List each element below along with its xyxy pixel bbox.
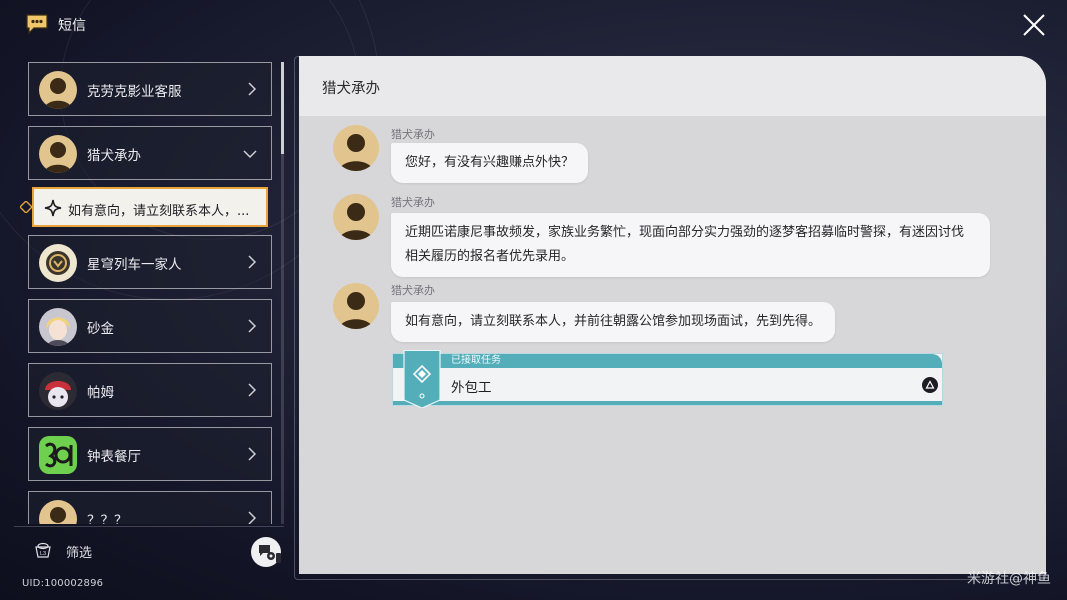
filter-key: L3 bbox=[40, 551, 46, 557]
chevron-right-icon bbox=[248, 383, 257, 397]
chevron-right-icon bbox=[248, 511, 257, 524]
chevron-right-icon bbox=[248, 319, 257, 333]
contact-item-clock-restaurant[interactable]: 钟表餐厅 bbox=[28, 427, 272, 481]
chevron-right-icon bbox=[248, 447, 257, 461]
contact-item-express[interactable]: 星穹列车一家人 bbox=[28, 235, 272, 289]
contact-item-pompom[interactable]: 帕姆 bbox=[28, 363, 272, 417]
contact-item-unknown[interactable]: ？？？ bbox=[28, 491, 272, 524]
thread-item-selected[interactable]: 如有意向，请立刻联系本人，... bbox=[32, 187, 268, 227]
contact-list[interactable]: 克劳克影业客服 猎犬承办 如有意向，请立刻联系本人，... 星穹列车一家人 砂金 bbox=[28, 62, 272, 524]
silhouette-avatar bbox=[39, 500, 77, 524]
chevron-right-icon bbox=[248, 82, 257, 96]
chevron-right-icon bbox=[248, 255, 257, 269]
contact-name: 猎犬承办 bbox=[87, 148, 141, 164]
chat-header: 猎犬承办 bbox=[299, 56, 1046, 116]
contact-name: 克劳克影业客服 bbox=[87, 84, 182, 100]
selected-marker-icon bbox=[20, 201, 32, 213]
mission-status: 已接取任务 bbox=[451, 355, 501, 366]
message-settings-icon bbox=[259, 545, 281, 563]
contact-item-hound[interactable]: 猎犬承办 bbox=[28, 126, 272, 180]
chat-panel: 猎犬承办 猎犬承办 您好，有没有兴趣赚点外快？ 猎犬承办 近期匹诺康尼事故频发，… bbox=[299, 56, 1046, 574]
divider bbox=[14, 526, 284, 527]
silhouette-avatar bbox=[39, 71, 77, 109]
scrollbar-thumb[interactable] bbox=[281, 62, 284, 154]
message-sender: 猎犬承办 bbox=[391, 284, 435, 297]
contact-name: 钟表餐厅 bbox=[87, 449, 141, 465]
app-title: 短信 bbox=[58, 18, 86, 34]
contact-name: 星穹列车一家人 bbox=[87, 257, 182, 273]
blond-character-avatar bbox=[39, 308, 77, 346]
contact-item-kelaoke[interactable]: 克劳克影业客服 bbox=[28, 62, 272, 116]
close-icon[interactable] bbox=[1021, 12, 1047, 38]
message-bubble-icon bbox=[26, 14, 48, 35]
uid-label: UID:100002896 bbox=[22, 578, 104, 589]
mission-name: 外包工 bbox=[451, 380, 492, 396]
contact-name: 砂金 bbox=[87, 321, 114, 337]
sender-avatar bbox=[333, 283, 379, 329]
triangle-icon bbox=[925, 380, 935, 389]
mission-card[interactable]: 已接取任务 外包工 bbox=[392, 350, 943, 408]
settings-button[interactable] bbox=[251, 537, 281, 567]
triangle-button[interactable] bbox=[922, 377, 938, 393]
contact-name: 帕姆 bbox=[87, 385, 114, 401]
sender-avatar bbox=[333, 125, 379, 171]
message-sender: 猎犬承办 bbox=[391, 128, 435, 141]
sender-avatar bbox=[333, 194, 379, 240]
l3-stick-icon[interactable]: L3 bbox=[33, 541, 53, 559]
mission-badge-icon bbox=[403, 350, 441, 408]
top-bar: 短信 bbox=[0, 0, 1067, 50]
pom-pom-avatar bbox=[39, 372, 77, 410]
contact-name: ？？？ bbox=[87, 513, 128, 524]
silhouette-avatar bbox=[39, 135, 77, 173]
message-bubble: 如有意向，请立刻联系本人，并前往朝露公馆参加现场面试，先到先得。 bbox=[391, 302, 836, 342]
clock-restaurant-avatar bbox=[39, 436, 77, 474]
chat-title: 猎犬承办 bbox=[322, 81, 380, 97]
watermark: 米游社@神鱼 bbox=[967, 571, 1051, 587]
message-sender: 猎犬承办 bbox=[391, 196, 435, 209]
sparkle-icon bbox=[44, 199, 62, 217]
train-emblem-avatar bbox=[39, 244, 77, 282]
chevron-down-icon bbox=[243, 150, 257, 159]
mission-footer-bar bbox=[393, 401, 942, 405]
thread-preview: 如有意向，请立刻联系本人，... bbox=[68, 204, 250, 219]
contact-item-aventurine[interactable]: 砂金 bbox=[28, 299, 272, 353]
message-bubble: 您好，有没有兴趣赚点外快？ bbox=[391, 143, 589, 183]
filter-label[interactable]: 筛选 bbox=[66, 542, 92, 561]
message-bubble: 近期匹诺康尼事故频发，家族业务繁忙，现面向部分实力强劲的逐梦客招募临时警探，有迷… bbox=[391, 213, 990, 277]
